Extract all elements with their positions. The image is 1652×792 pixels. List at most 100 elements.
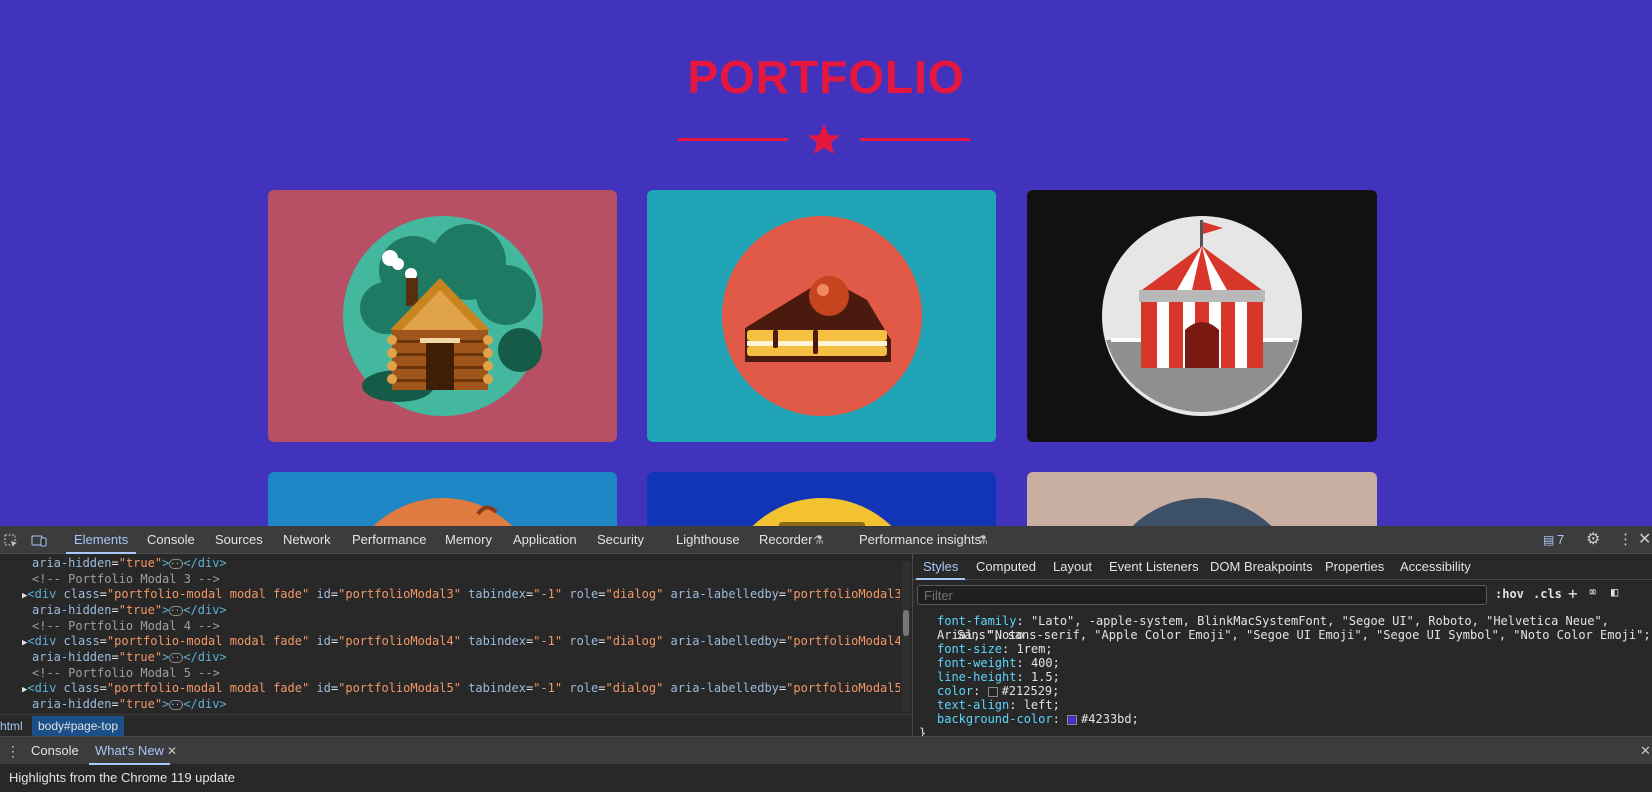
ellipsis-icon[interactable]: ··· — [169, 699, 185, 710]
breadcrumb: html body#page-top — [0, 714, 912, 736]
tab-dom-breakpoints[interactable]: DOM Breakpoints — [1210, 554, 1313, 580]
flask-icon: ⚗ — [813, 533, 824, 547]
css-declaration-continued: Sans", sans-serif, "Apple Color Emoji", … — [957, 628, 1651, 642]
drawer-tabbar: ⋮ Console What's New ✕ ✕ — [0, 736, 1652, 765]
whats-new-headline: Highlights from the Chrome 119 update — [9, 770, 235, 785]
attr-name: tabindex — [468, 634, 526, 648]
close-drawer-icon[interactable]: ✕ — [1640, 737, 1651, 765]
attr-name: aria-hidden — [32, 556, 112, 570]
tab-computed[interactable]: Computed — [976, 554, 1036, 580]
attr-value: "portfolioModal5" — [338, 681, 461, 695]
styles-tabbar: Styles Computed Layout Event Listeners D… — [913, 554, 1652, 580]
dom-line[interactable]: aria-hidden="true">···</div> — [32, 602, 227, 618]
tab-security[interactable]: Security — [597, 526, 644, 554]
tab-recorder[interactable]: Recorder — [759, 526, 812, 554]
game-controller-icon — [373, 498, 513, 526]
inspect-element-icon[interactable] — [4, 526, 18, 554]
styles-filter-input[interactable] — [917, 585, 1487, 605]
hov-button[interactable]: :hov — [1495, 587, 1524, 601]
attr-name: aria-hidden — [32, 650, 112, 664]
devtools-panel: Elements Console Sources Network Perform… — [0, 526, 1652, 792]
attr-name: tabindex — [468, 587, 526, 601]
page-title: PORTFOLIO — [687, 51, 965, 103]
more-options-icon[interactable]: ⋮ — [1618, 526, 1633, 554]
dom-line[interactable]: aria-hidden="true">···</div> — [32, 555, 227, 571]
css-declaration[interactable]: font-weight: 400; — [937, 656, 1060, 670]
drawer-menu-icon[interactable]: ⋮ — [6, 737, 20, 765]
dom-tree-scrollbar[interactable] — [902, 562, 910, 712]
issues-icon[interactable]: ▤ — [1543, 526, 1554, 554]
breadcrumb-body[interactable]: body#page-top — [32, 716, 125, 736]
device-toolbar-icon[interactable] — [31, 526, 47, 554]
gear-icon[interactable]: ⚙ — [1586, 526, 1600, 554]
attr-value: "true" — [118, 697, 163, 711]
tab-memory[interactable]: Memory — [445, 526, 492, 554]
tab-sources[interactable]: Sources — [215, 526, 263, 554]
attr-name: aria-hidden — [32, 697, 112, 711]
attr-value: "portfolioModal3" — [338, 587, 461, 601]
star-divider — [678, 124, 970, 154]
css-declaration[interactable]: background-color: #4233bd; — [937, 712, 1139, 726]
drawer-tab-whats-new[interactable]: What's New — [89, 737, 170, 765]
dom-line[interactable]: ▶<div class="portfolio-modal modal fade"… — [22, 680, 900, 696]
portfolio-item-submarine[interactable] — [1027, 472, 1377, 526]
css-declaration[interactable]: font-size: 1rem; — [937, 642, 1053, 656]
cls-button[interactable]: .cls — [1533, 587, 1562, 601]
tab-application[interactable]: Application — [513, 526, 577, 554]
attr-value: "portfolioModal5Label" — [786, 681, 900, 695]
attr-name: class — [63, 681, 100, 695]
attr-name: class — [63, 587, 100, 601]
css-declaration[interactable]: text-align: left; — [937, 698, 1060, 712]
dom-line[interactable]: ▶<div class="portfolio-modal modal fade"… — [22, 633, 900, 649]
attr-name: aria-hidden — [32, 603, 112, 617]
close-tag: </div> — [183, 650, 227, 664]
attr-name: id — [316, 587, 331, 601]
paint-brush-icon[interactable]: ⌧ — [1589, 585, 1596, 599]
attr-name: tabindex — [468, 681, 526, 695]
css-declaration[interactable]: line-height: 1.5; — [937, 670, 1060, 684]
safe-icon — [752, 498, 892, 526]
attr-value: "-1" — [533, 681, 563, 695]
dom-comment[interactable]: <!-- Portfolio Modal 5 --> — [32, 665, 220, 681]
scrollbar-thumb[interactable] — [903, 610, 909, 636]
tab-layout[interactable]: Layout — [1053, 554, 1092, 580]
drawer-tab-console[interactable]: Console — [31, 737, 79, 765]
add-rule-icon[interactable]: + — [1568, 584, 1578, 603]
tab-properties[interactable]: Properties — [1325, 554, 1384, 580]
tab-console[interactable]: Console — [147, 526, 195, 554]
tab-network[interactable]: Network — [283, 526, 331, 554]
portfolio-item-game[interactable] — [268, 472, 617, 526]
dom-line[interactable]: ▶<div class="portfolio-modal modal fade"… — [22, 586, 900, 602]
flask-icon: ⚗ — [977, 533, 988, 547]
styles-pane: Styles Computed Layout Event Listeners D… — [912, 554, 1652, 740]
attr-value: "true" — [118, 603, 163, 617]
tab-elements[interactable]: Elements — [65, 526, 137, 554]
portfolio-item-cabin[interactable] — [268, 190, 617, 442]
ellipsis-icon[interactable]: ··· — [169, 652, 185, 663]
portfolio-item-circus[interactable] — [1027, 190, 1377, 442]
portfolio-item-cake[interactable] — [647, 190, 996, 442]
dom-line[interactable]: aria-hidden="true">···</div> — [32, 649, 227, 665]
tab-lighthouse[interactable]: Lighthouse — [676, 526, 740, 554]
tab-styles[interactable]: Styles — [915, 554, 966, 580]
css-declaration[interactable]: color: #212529; — [937, 684, 1059, 698]
tab-performance[interactable]: Performance — [352, 526, 426, 554]
cake-icon — [722, 216, 922, 416]
issues-count[interactable]: 7 — [1557, 526, 1564, 554]
dom-comment[interactable]: <!-- Portfolio Modal 3 --> — [32, 571, 220, 587]
close-icon[interactable]: ✕ — [1638, 526, 1651, 554]
color-swatch[interactable] — [1067, 714, 1078, 725]
close-tab-icon[interactable]: ✕ — [167, 737, 177, 765]
color-swatch[interactable] — [987, 686, 998, 697]
toggle-sidebar-icon[interactable]: ◧ — [1611, 585, 1618, 599]
breadcrumb-html[interactable]: html — [0, 716, 29, 736]
tab-performance-insights[interactable]: Performance insights — [859, 526, 981, 554]
dom-comment[interactable]: <!-- Portfolio Modal 4 --> — [32, 618, 220, 634]
attr-value: "-1" — [533, 587, 563, 601]
ellipsis-icon[interactable]: ··· — [169, 558, 185, 569]
tab-accessibility[interactable]: Accessibility — [1400, 554, 1471, 580]
portfolio-item-safe[interactable] — [647, 472, 996, 526]
dom-line[interactable]: aria-hidden="true">···</div> — [32, 696, 227, 712]
tab-event-listeners[interactable]: Event Listeners — [1109, 554, 1199, 580]
ellipsis-icon[interactable]: ··· — [169, 605, 185, 616]
